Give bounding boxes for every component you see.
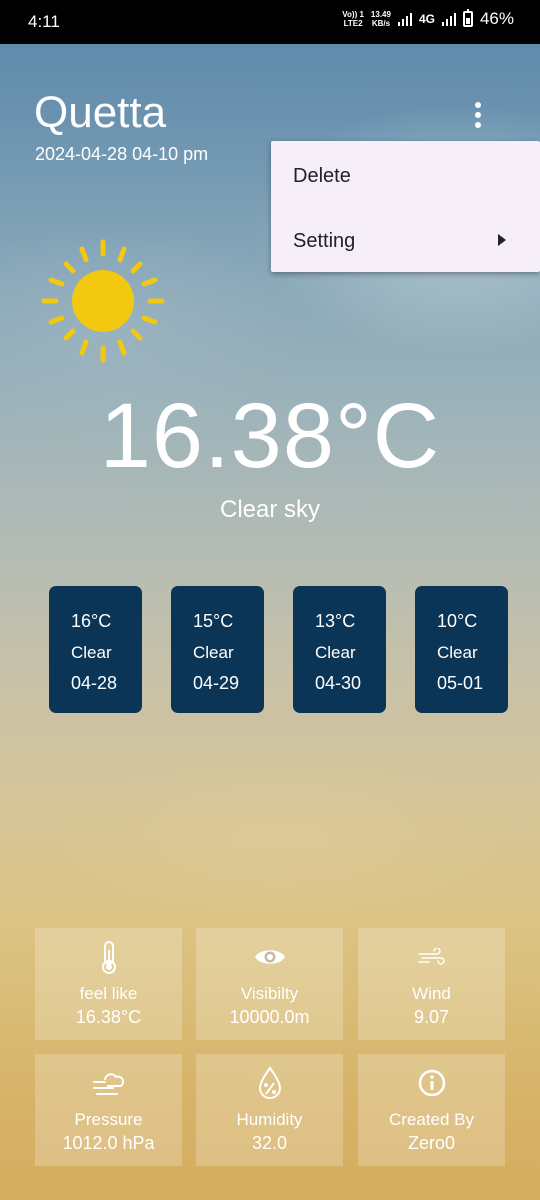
forecast-condition: Clear	[437, 643, 478, 662]
detail-label: Humidity	[236, 1110, 303, 1129]
menu-item-setting[interactable]: Setting	[271, 208, 540, 272]
eye-icon	[254, 950, 285, 964]
forecast-card[interactable]: 10°C Clear 05-01	[415, 586, 508, 713]
options-menu: Delete Setting	[271, 141, 540, 272]
volte-top: Vo)) 1	[342, 10, 364, 19]
forecast-condition: Clear	[315, 643, 356, 662]
status-time: 4:11	[28, 12, 60, 31]
sun-icon	[41, 239, 165, 363]
forecast-temp: 16°C	[71, 611, 112, 631]
detail-tile-feel-like: feel like 16.38°C	[35, 928, 182, 1040]
menu-item-delete[interactable]: Delete	[271, 143, 540, 207]
forecast-condition: Clear	[193, 643, 234, 662]
info-icon	[418, 1069, 445, 1097]
wind-icon	[417, 948, 445, 965]
detail-value: 9.07	[413, 1007, 450, 1027]
humidity-icon	[258, 1066, 281, 1099]
date-time: 2024-04-28 04-10 pm	[35, 144, 209, 164]
detail-value: Zero0	[407, 1133, 456, 1153]
menu-item-label: Setting	[293, 230, 356, 252]
network-type: 4G	[418, 12, 435, 26]
speed-indicator: 13.49 KB/s	[371, 10, 391, 28]
forecast-card[interactable]: 16°C Clear 04-28	[49, 586, 142, 713]
speed-bottom: KB/s	[371, 19, 391, 28]
pressure-icon	[92, 1073, 124, 1095]
battery-percent: 46%	[479, 9, 514, 28]
detail-tile-visibility: Visibilty 10000.0m	[196, 928, 343, 1040]
thermometer-icon	[101, 941, 116, 974]
detail-value: 32.0	[251, 1133, 288, 1153]
current-temperature: 16.38°C	[99, 385, 441, 487]
detail-label: Created By	[388, 1110, 475, 1129]
forecast-date: 05-01	[437, 673, 484, 693]
more-options-icon[interactable]	[466, 99, 490, 131]
city-name: Quetta	[34, 88, 167, 137]
forecast-date: 04-28	[71, 673, 118, 693]
detail-label: Wind	[412, 984, 451, 1003]
detail-tile-created-by: Created By Zero0	[358, 1054, 505, 1166]
chevron-right-icon	[498, 234, 506, 246]
volte-indicator: Vo)) 1 LTE2	[342, 10, 364, 28]
forecast-temp: 10°C	[437, 611, 478, 631]
status-bar: 4:11 Vo)) 1 LTE2 13.49 KB/s 4G 46%	[0, 0, 540, 44]
forecast-card[interactable]: 15°C Clear 04-29	[171, 586, 264, 713]
detail-value: 16.38°C	[75, 1007, 142, 1027]
detail-tile-humidity: Humidity 32.0	[196, 1054, 343, 1166]
detail-tile-pressure: Pressure 1012.0 hPa	[35, 1054, 182, 1166]
forecast-temp: 15°C	[193, 611, 234, 631]
battery-icon	[462, 9, 473, 27]
volte-bottom: LTE2	[343, 19, 363, 28]
signal-2-icon	[441, 12, 456, 26]
forecast-temp: 13°C	[315, 611, 356, 631]
detail-label: Pressure	[74, 1110, 143, 1129]
current-condition: Clear sky	[219, 496, 321, 523]
menu-item-label: Delete	[293, 165, 351, 187]
speed-top: 13.49	[370, 10, 391, 19]
detail-tile-wind: Wind 9.07	[358, 928, 505, 1040]
detail-value: 10000.0m	[229, 1007, 310, 1027]
forecast-date: 04-30	[315, 673, 362, 693]
detail-label: feel like	[79, 984, 138, 1003]
forecast-card[interactable]: 13°C Clear 04-30	[293, 586, 386, 713]
status-icons: Vo)) 1 LTE2 13.49 KB/s 4G 46%	[342, 9, 514, 29]
detail-value: 1012.0 hPa	[62, 1133, 155, 1153]
signal-1-icon	[397, 12, 412, 26]
forecast-date: 04-29	[193, 673, 240, 693]
detail-label: Visibilty	[240, 984, 299, 1003]
forecast-condition: Clear	[71, 643, 112, 662]
